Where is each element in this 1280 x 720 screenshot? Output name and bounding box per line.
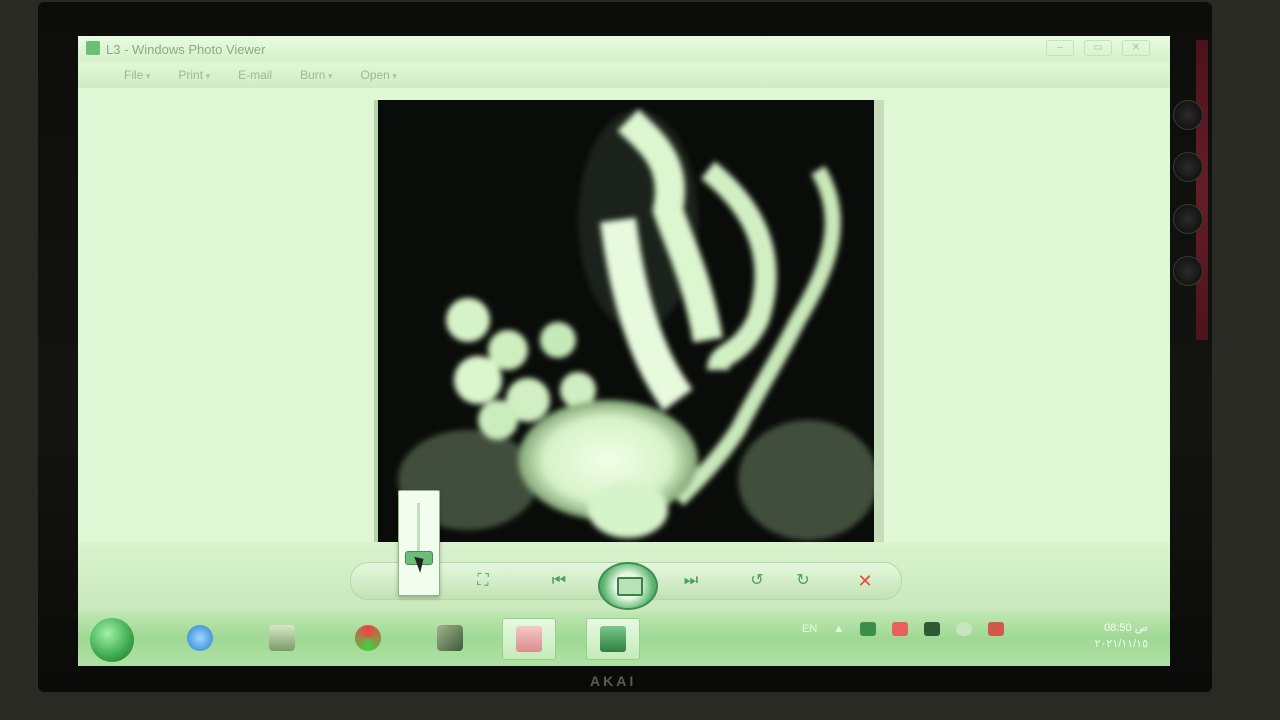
system-tray: EN ▲	[802, 622, 1005, 636]
zoom-slider-popup[interactable]	[398, 490, 440, 596]
tv-side-buttons	[1168, 80, 1208, 360]
previous-button[interactable]: ⏮	[544, 566, 574, 596]
antivirus-icon[interactable]	[892, 622, 909, 636]
tv-button	[1173, 100, 1203, 130]
window-controls: – ▭ ✕	[1046, 40, 1150, 56]
photo-viewer-app-icon	[86, 41, 100, 55]
maximize-button[interactable]: ▭	[1084, 40, 1112, 56]
screen: L3 - Windows Photo Viewer – ▭ ✕ File Pri…	[78, 36, 1170, 666]
menu-email[interactable]: E-mail	[238, 68, 272, 82]
delete-button[interactable]: ✕	[850, 566, 880, 596]
tv-button	[1173, 256, 1203, 286]
start-button[interactable]	[90, 618, 134, 662]
clock-time: 08:50 ص	[1104, 622, 1148, 634]
slideshow-glyph	[600, 626, 626, 652]
language-indicator[interactable]: EN	[802, 623, 817, 635]
tv-brand-logo: AKAI	[590, 673, 637, 689]
tray-expand-icon[interactable]: ▲	[833, 623, 844, 635]
rotate-right-button[interactable]: ↻	[788, 566, 818, 596]
media-glyph	[355, 625, 381, 651]
viewer-control-bar: ⛶ ⏮ ⏭ ↺ ↻ ✕	[78, 490, 1170, 612]
clock[interactable]: 08:50 ص ٢٠٢١/١١/١٥	[1095, 620, 1148, 652]
slideshow-icon	[617, 577, 643, 596]
menu-file[interactable]: File	[124, 68, 150, 82]
display-icon[interactable]	[924, 622, 941, 636]
internet-explorer-icon[interactable]	[174, 618, 226, 658]
folder-glyph	[269, 625, 295, 651]
tools-glyph	[437, 625, 463, 651]
next-button[interactable]: ⏭	[676, 566, 706, 596]
clock-date: ٢٠٢١/١١/١٥	[1094, 638, 1148, 650]
actual-size-button[interactable]: ⛶	[468, 566, 498, 596]
photo-glyph	[516, 626, 542, 652]
volume-icon[interactable]	[988, 622, 1005, 636]
media-app-icon[interactable]	[342, 618, 394, 658]
ie-glyph	[187, 625, 213, 651]
close-window-button[interactable]: ✕	[1122, 40, 1150, 56]
window-titlebar: L3 - Windows Photo Viewer – ▭ ✕	[78, 36, 1170, 62]
tv-button	[1173, 152, 1203, 182]
power-icon[interactable]	[956, 622, 973, 636]
xray-picture	[378, 100, 874, 556]
slideshow-taskbar-icon[interactable]	[586, 618, 640, 660]
photo-viewer-taskbar-icon[interactable]	[502, 618, 556, 660]
image-viewport	[78, 88, 1170, 558]
tv-button	[1173, 204, 1203, 234]
network-icon[interactable]	[860, 622, 877, 636]
tools-icon[interactable]	[424, 618, 476, 658]
taskbar: EN ▲ 08:50 ص ٢٠٢١/١١/١٥	[78, 612, 1170, 666]
menu-open[interactable]: Open	[361, 68, 397, 82]
xray-image	[374, 100, 884, 556]
menu-print[interactable]: Print	[178, 68, 210, 82]
menu-burn[interactable]: Burn	[300, 68, 332, 82]
window-title: L3 - Windows Photo Viewer	[106, 41, 266, 57]
slideshow-button[interactable]	[598, 562, 658, 610]
menu-bar: File Print E-mail Burn Open	[78, 62, 1170, 88]
rotate-left-button[interactable]: ↺	[742, 566, 772, 596]
minimize-button[interactable]: –	[1046, 40, 1074, 56]
network-folder-icon[interactable]	[256, 618, 308, 658]
